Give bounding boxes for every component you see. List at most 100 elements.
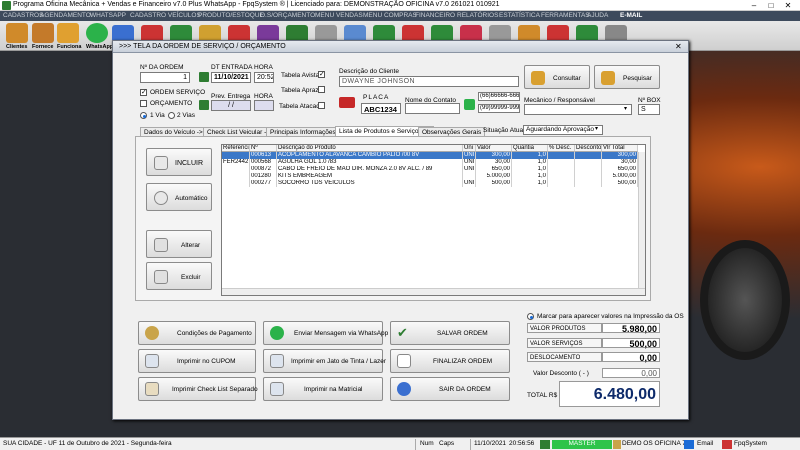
calendar-icon[interactable] <box>199 72 209 82</box>
via1-radio[interactable] <box>140 112 147 119</box>
fornecedores-icon[interactable] <box>32 23 54 43</box>
tab-check-list[interactable]: Check List Veicular -> <box>203 127 275 136</box>
situacao-label: Situação Atual <box>483 127 525 134</box>
menu-ajuda[interactable]: AJUDA <box>587 12 608 19</box>
clientes-icon[interactable] <box>6 23 28 43</box>
menu-estatistica[interactable]: ESTATÍSTICA <box>499 12 540 19</box>
deslocamento-value[interactable]: 0,00 <box>602 352 660 363</box>
menu-financeiro[interactable]: FINANCEIRO <box>415 12 455 19</box>
tabela-atacado-checkbox[interactable] <box>318 102 325 109</box>
tab-observacoes[interactable]: Observações Gerais <box>418 127 486 136</box>
condicoes-pagamento-button[interactable]: Condições de Pagamento <box>138 321 256 345</box>
col-valor[interactable]: Valor <box>476 145 512 152</box>
excluir-icon <box>154 270 168 284</box>
col-referencia[interactable]: Referencia <box>222 145 250 152</box>
hora-field[interactable]: 20:52 <box>254 72 274 83</box>
imprimir-matricial-button[interactable]: Imprimir na Matricial <box>263 377 383 401</box>
mecanico-dropdown-icon[interactable]: ▾ <box>624 105 627 112</box>
marcar-valores-toggle[interactable] <box>527 313 534 320</box>
calendar-icon-2[interactable] <box>199 100 209 110</box>
tabela-aprazo-label: Tabela Aprazo <box>281 87 323 94</box>
telefone2-field[interactable]: (99)99999-9999 <box>478 104 520 113</box>
numero-field[interactable]: 1 <box>140 72 190 83</box>
pesquisar-button[interactable]: Pesquisar <box>594 65 660 89</box>
col-perc-desc[interactable]: % Desc. <box>548 145 575 152</box>
col-desconto[interactable]: Desconto <box>575 145 602 152</box>
orcamento-checkbox[interactable] <box>140 100 147 107</box>
cliente-field[interactable]: DWAYNE JOHNSON <box>339 76 519 87</box>
hora2-field[interactable] <box>254 100 274 111</box>
dt-entrada-field[interactable]: 11/10/2021 <box>211 72 251 83</box>
cell-descricao: SOCORRO TDS VEICULOS <box>277 180 463 187</box>
prev-entrega-field[interactable]: / / <box>211 100 251 111</box>
minimize-button[interactable]: – <box>748 1 760 10</box>
tab-dados-veiculo[interactable]: Dados do Veículo -> <box>140 127 207 136</box>
salvar-ordem-button[interactable]: ✔ SALVAR ORDEM <box>390 321 510 345</box>
automatico-button[interactable]: Automático <box>146 183 212 211</box>
table-row[interactable]: 000277 SOCORRO TDS VEICULOS UNI 500,00 1… <box>222 180 638 187</box>
col-descricao[interactable]: Descrição do Produto <box>277 145 463 152</box>
finalizar-ordem-button[interactable]: FINALIZAR ORDEM <box>390 349 510 373</box>
grid-vertical-scrollbar[interactable] <box>638 152 645 288</box>
status-email[interactable]: Email <box>697 440 713 447</box>
menu-vendas[interactable]: MENU VENDAS <box>315 12 363 19</box>
col-quantia[interactable]: Quantia <box>512 145 548 152</box>
situacao-select[interactable]: Aguardando Aprovação <box>523 125 603 135</box>
alterar-button[interactable]: Alterar <box>146 230 212 258</box>
close-button[interactable]: ✕ <box>782 1 794 10</box>
menu-produto-estoque[interactable]: PRODUTO/ESTOQUE <box>198 12 264 19</box>
ordem-servico-checkbox[interactable]: ✓ <box>140 89 147 96</box>
desconto-value[interactable]: 0,00 <box>602 368 660 378</box>
placa-field[interactable]: ABC1234 <box>361 103 401 114</box>
imprimir-jato-button[interactable]: Imprimir em Jato de Tinta / Lazer <box>263 349 386 373</box>
email-icon[interactable] <box>684 440 694 449</box>
tabela-avista-checkbox[interactable]: ✓ <box>318 71 325 78</box>
funcionarios-icon[interactable] <box>57 23 79 43</box>
menu-email[interactable]: E-MAIL <box>620 12 642 19</box>
sair-ordem-button[interactable]: SAIR DA ORDEM <box>390 377 510 401</box>
dialog-close-icon[interactable]: ✕ <box>675 42 682 51</box>
table-row[interactable]: 001280 KITS EMBREAGEM 5.000,00 1,0 5.000… <box>222 173 638 180</box>
imprimir-checklist-button[interactable]: Imprimir Check List Separado <box>138 377 258 401</box>
imprimir-cupom-button[interactable]: Imprimir no CUPOM <box>138 349 256 373</box>
menu-cadastros[interactable]: CADASTROS <box>3 12 43 19</box>
cell-vlr-total: 30,00 <box>602 159 638 166</box>
table-row[interactable]: FER2442 000568 AGULHA GOL 1.0 /83 UNI 30… <box>222 159 638 166</box>
menu-compras[interactable]: MENU COMPRAS <box>363 12 417 19</box>
maximize-button[interactable]: □ <box>765 1 777 10</box>
menu-os-orcamento[interactable]: O.S/ORÇAMENTO <box>260 12 315 19</box>
col-uni[interactable]: Uni <box>463 145 476 152</box>
col-vlr-total[interactable]: Vlr Total <box>602 145 638 152</box>
menu-relatorios[interactable]: RELATÓRIOS <box>457 12 498 19</box>
telefone1-field[interactable]: (66)66666-6666 <box>478 92 520 101</box>
excluir-button[interactable]: Excluir <box>146 262 212 290</box>
cell-referencia: FER2442 <box>223 159 250 166</box>
tabela-aprazo-checkbox[interactable] <box>318 86 325 93</box>
automatico-icon <box>154 191 168 205</box>
cell-valor: 30,00 <box>476 159 512 166</box>
menu-agendamento[interactable]: AGENDAMENTO <box>40 12 91 19</box>
grid-horizontal-scrollbar[interactable] <box>222 288 645 295</box>
menu-cadastro-veiculos[interactable]: CADASTRO VEÍCULOS <box>130 12 201 19</box>
cell-referencia <box>222 173 250 180</box>
menu-whatsapp[interactable]: WHATSAPP <box>90 12 126 19</box>
mecanico-select[interactable] <box>524 104 632 115</box>
table-row[interactable]: 000872 CABO DE FREIO DE MAO DIR. MONZA 2… <box>222 166 638 173</box>
whatsapp-send-button[interactable]: Enviar Mensagem via WhatsApp <box>263 321 388 345</box>
table-row[interactable]: 000613 ACOPLAMENTO ALAVANCA CAMBIO PALIO… <box>222 152 638 159</box>
whatsapp-contact-icon[interactable] <box>464 99 475 110</box>
col-numero[interactable]: Nº <box>250 145 277 152</box>
contato-field[interactable] <box>405 103 460 114</box>
status-bar: SUA CIDADE - UF 11 de Outubro de 2021 - … <box>0 437 800 450</box>
via2-radio[interactable] <box>168 112 175 119</box>
inkjet-printer-icon <box>270 354 284 368</box>
cell-desconto <box>575 173 602 180</box>
nbox-field[interactable]: S <box>638 104 660 115</box>
menu-ferramentas[interactable]: FERRAMENTAS <box>541 12 590 19</box>
whatsapp-icon[interactable] <box>86 23 108 43</box>
incluir-button[interactable]: INCLUIR <box>146 148 212 176</box>
products-grid[interactable]: Referencia Nº Descrição do Produto Uni V… <box>221 144 646 296</box>
cell-descricao: ACOPLAMENTO ALAVANCA CAMBIO PALIO /00 8V <box>277 152 463 159</box>
situacao-dropdown-icon[interactable]: ▾ <box>595 125 598 132</box>
consultar-button[interactable]: Consultar <box>524 65 590 89</box>
